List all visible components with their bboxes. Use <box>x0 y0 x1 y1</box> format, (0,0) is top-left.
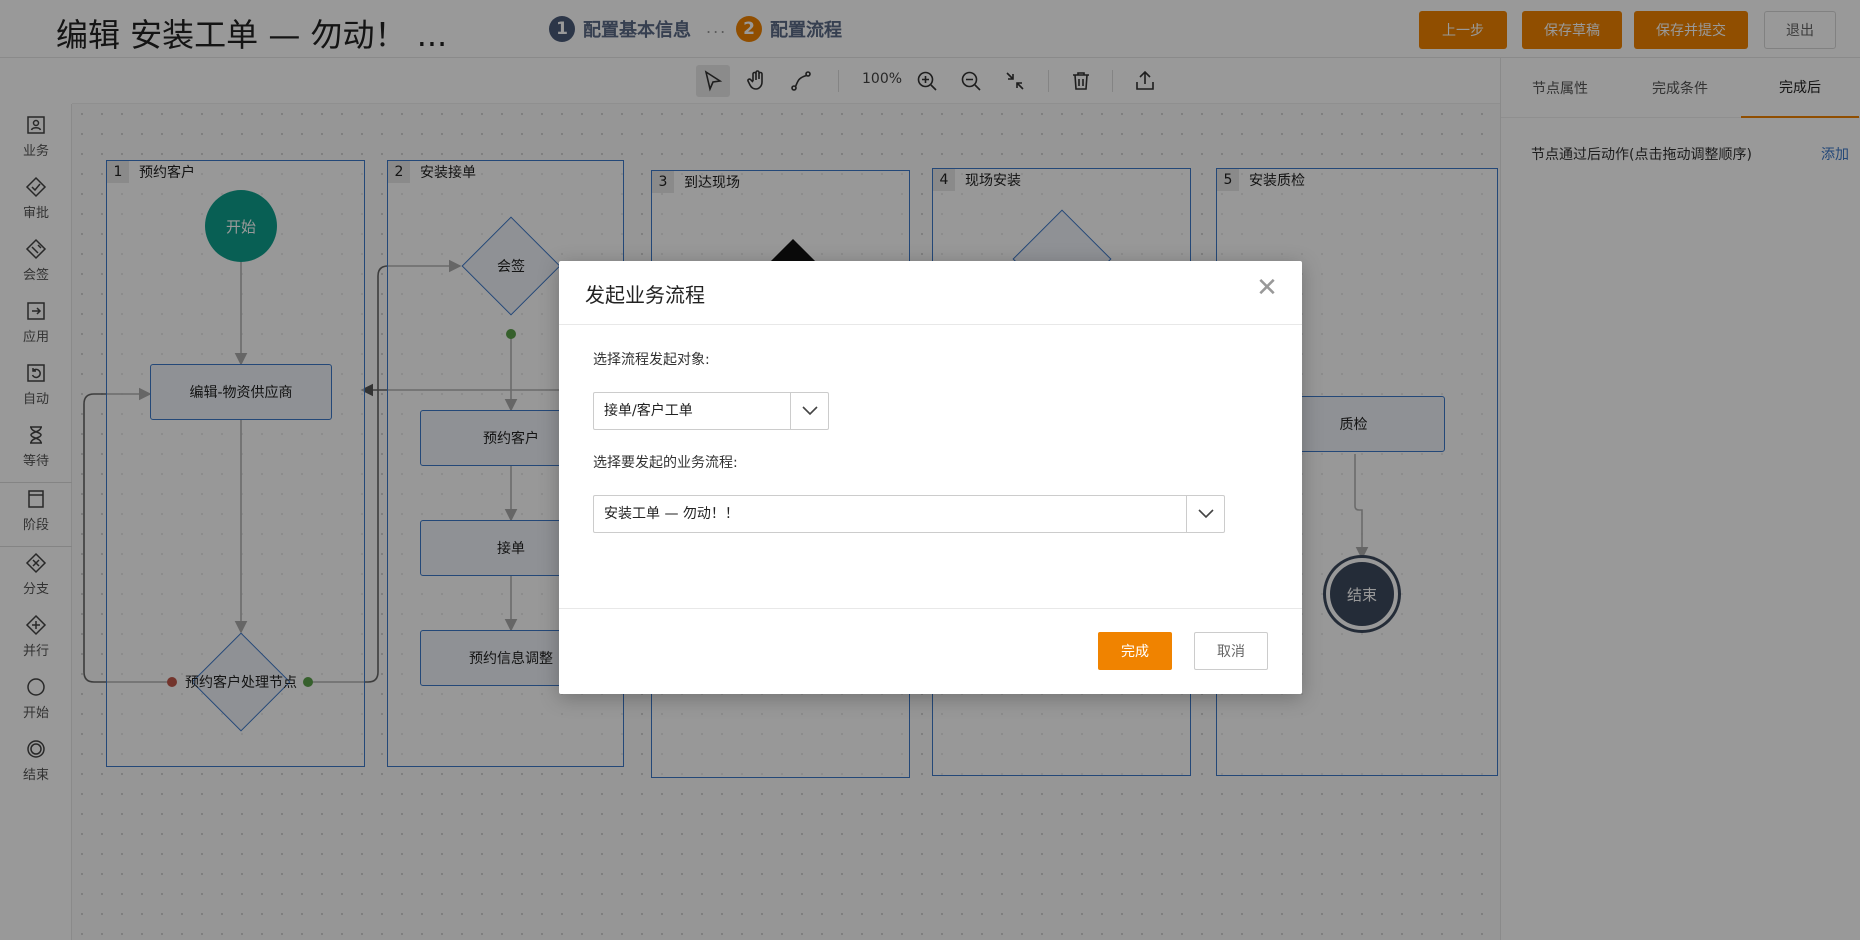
target-select-label: 选择流程发起对象: <box>593 352 710 368</box>
target-object-value: 接单/客户工单 <box>604 403 693 419</box>
chevron-down-icon[interactable] <box>1186 496 1224 532</box>
flow-select-label: 选择要发起的业务流程: <box>593 455 738 471</box>
cancel-button[interactable]: 取消 <box>1194 632 1268 670</box>
dialog-divider <box>559 608 1302 609</box>
start-business-flow-dialog: 发起业务流程 ✕ 选择流程发起对象: 接单/客户工单 选择要发起的业务流程: 安… <box>559 261 1302 694</box>
business-flow-select[interactable]: 安装工单 — 勿动！！ <box>593 495 1225 533</box>
dialog-divider <box>559 324 1302 325</box>
dialog-title: 发起业务流程 <box>585 283 705 307</box>
business-flow-value: 安装工单 — 勿动！！ <box>604 506 739 522</box>
target-object-select[interactable]: 接单/客户工单 <box>593 392 829 430</box>
chevron-down-icon[interactable] <box>790 393 828 429</box>
close-icon[interactable]: ✕ <box>1252 273 1282 303</box>
confirm-button[interactable]: 完成 <box>1098 632 1172 670</box>
